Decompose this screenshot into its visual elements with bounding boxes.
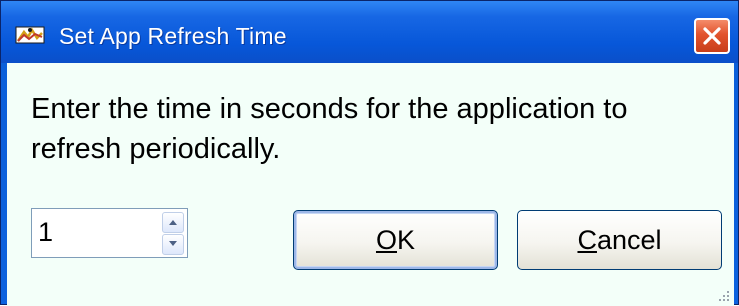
close-icon [703,27,721,45]
dialog-body: Enter the time in seconds for the applic… [7,63,734,306]
spin-up-button[interactable] [162,212,184,233]
cancel-label-rest: ancel [596,225,662,255]
refresh-seconds-stepper[interactable]: 1 [31,208,188,258]
title-bar[interactable]: Set App Refresh Time [1,1,738,63]
spin-down-button[interactable] [162,234,184,255]
cancel-button[interactable]: Cancel [517,210,722,270]
spin-down-arrow-icon [169,241,177,246]
ok-label-rest: K [397,225,416,255]
window-title: Set App Refresh Time [59,23,287,49]
app-icon [15,25,45,45]
close-button[interactable] [694,18,730,54]
refresh-seconds-value[interactable]: 1 [38,217,53,248]
ok-mnemonic: O [375,225,397,255]
cancel-mnemonic: C [577,225,597,255]
spin-up-arrow-icon [169,220,177,225]
instruction-text: Enter the time in seconds for the applic… [31,93,628,165]
resize-grip-icon[interactable] [717,289,731,303]
dialog-window: Set App Refresh Time Enter the time in s… [0,0,739,306]
ok-button[interactable]: OK [293,210,498,270]
